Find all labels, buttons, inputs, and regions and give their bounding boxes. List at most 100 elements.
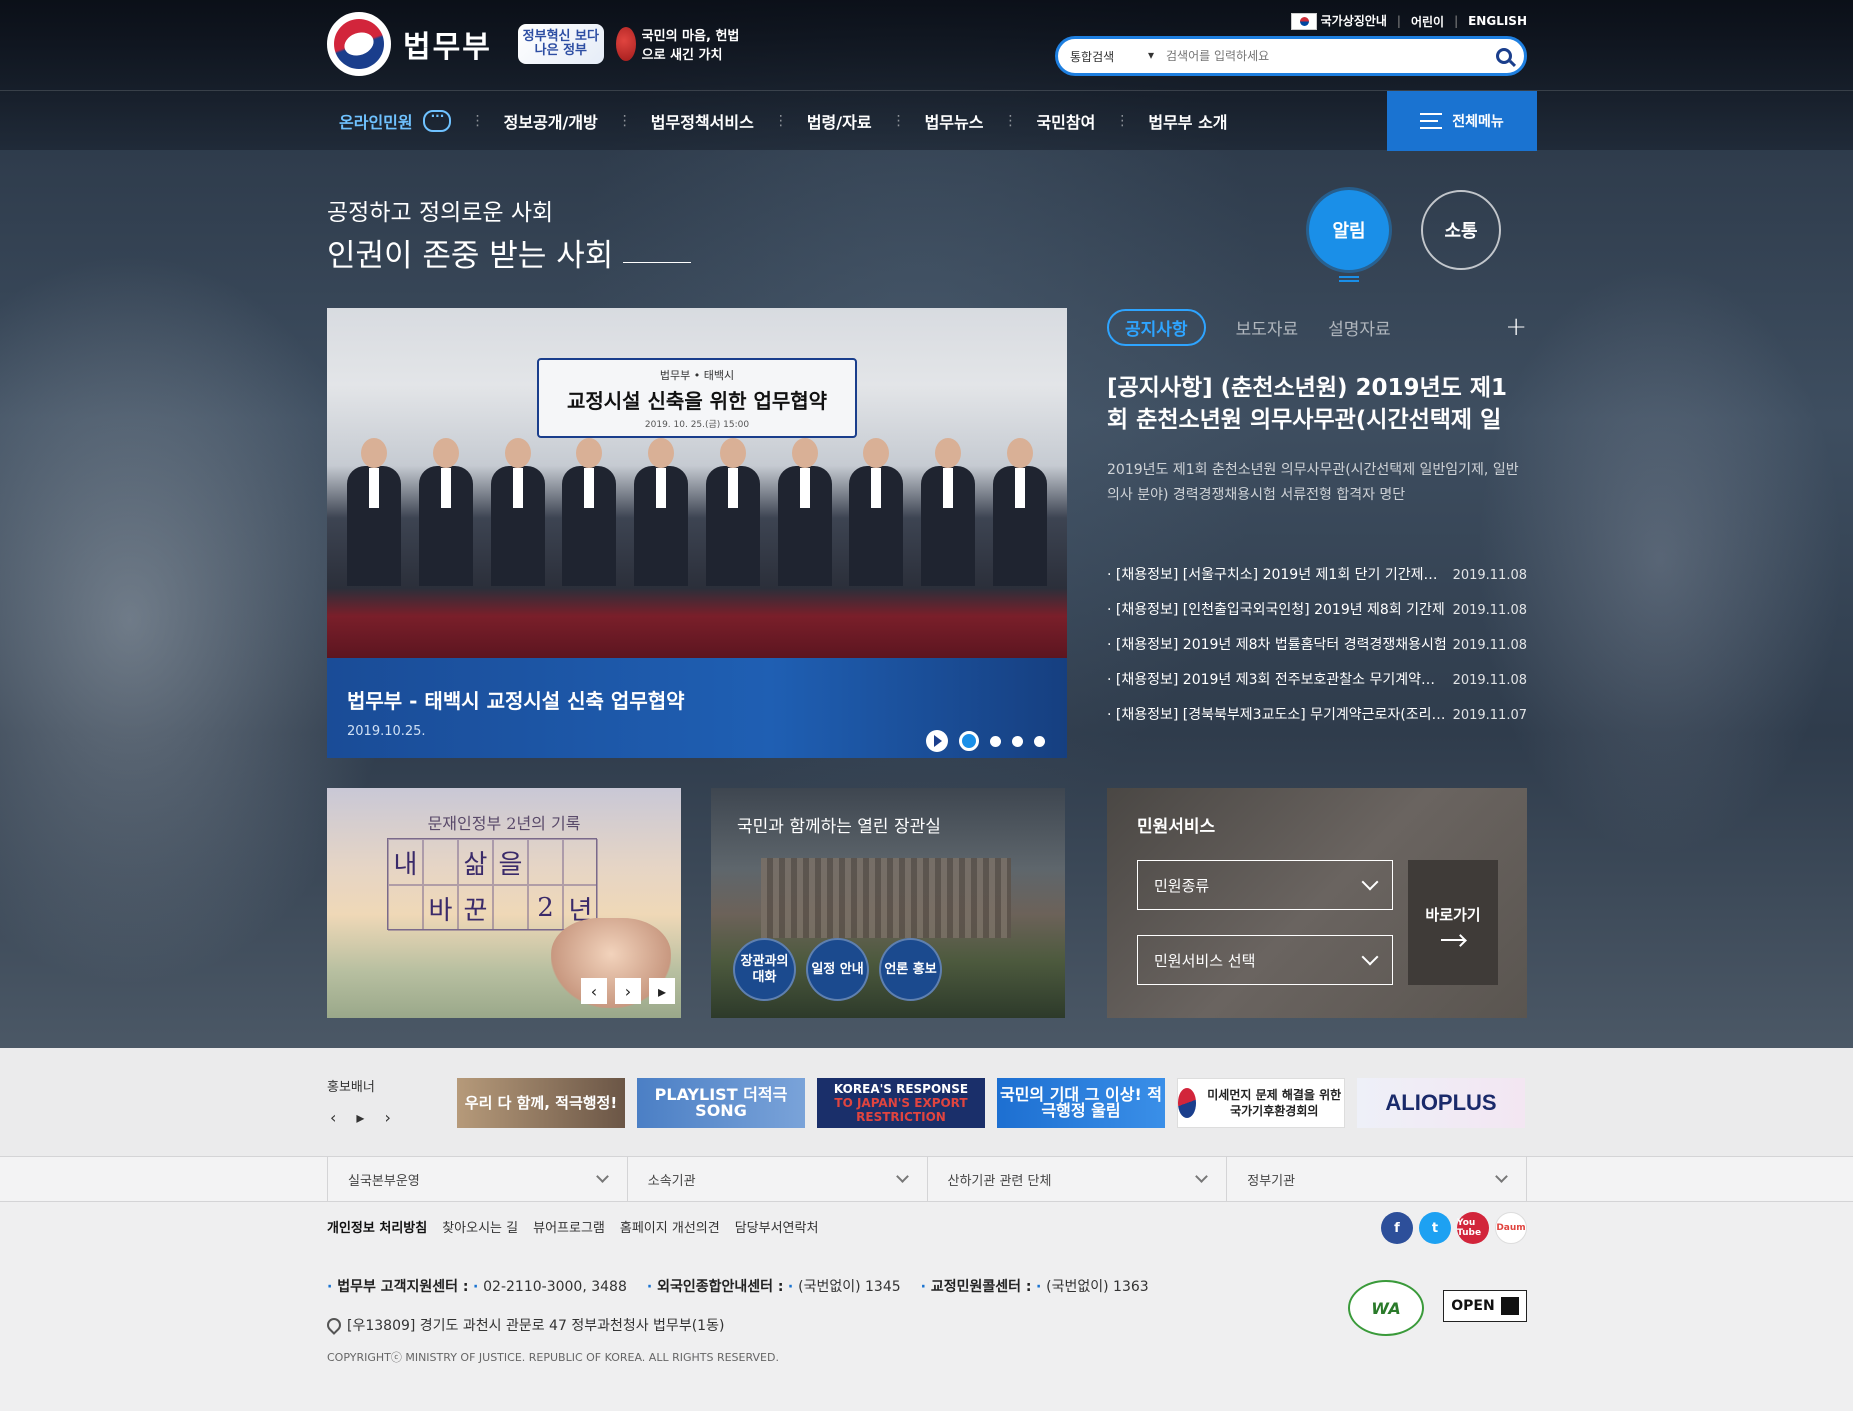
play-icon[interactable]: ▸ — [649, 978, 675, 1004]
search-icon[interactable] — [1496, 48, 1512, 64]
list-item[interactable]: [채용정보] [인천출입국외국인청] 2019년 제8회 기간제2019.11.… — [1107, 593, 1527, 628]
petition-type-select[interactable]: 민원종류 — [1137, 860, 1393, 910]
promo-banner[interactable]: PLAYLIST 더적극SONG — [637, 1078, 805, 1128]
twitter-icon[interactable]: t — [1419, 1212, 1451, 1244]
national-symbol-link[interactable]: 국가상징안내 — [1290, 12, 1387, 30]
banner-caption: 문재인정부 2년의 기록 — [427, 814, 581, 833]
person — [921, 438, 976, 588]
feedback-link[interactable]: 홈페이지 개선의견 — [620, 1217, 720, 1236]
slogan-line1: 공정하고 정의로운 사회 — [327, 200, 554, 226]
list-item[interactable]: [채용정보] [서울구치소] 2019년 제1회 단기 기간제근로자2019.1… — [1107, 558, 1527, 593]
license-icon — [1500, 1297, 1519, 1315]
gov-innovation-badge[interactable]: 정부혁신 보다나은 정부 — [517, 24, 604, 64]
slide-caption: 법무부 - 태백시 교정시설 신축 업무협약 2019.10.25. — [327, 658, 1067, 758]
next-arrow-icon[interactable]: › — [384, 1108, 390, 1127]
korea-flag-icon — [1290, 13, 1317, 30]
gov-record-banner[interactable]: 문재인정부 2년의 기록 내삶을 바꾼2년 ‹ › ▸ — [327, 788, 681, 1018]
list-item[interactable]: [채용정보] [경북북부제3교도소] 무기계약근로자(조리원)2019.11.0… — [1107, 698, 1527, 733]
nav-participation[interactable]: 국민참여 — [1016, 91, 1115, 151]
schedule-button[interactable]: 일정 안내 — [806, 938, 869, 1001]
promo-banner[interactable]: 미세먼지 문제 해결을 위한 국가기후환경회의 — [1177, 1078, 1345, 1128]
civil-service-box: 민원서비스 민원종류 민원서비스 선택 바로가기 — [1107, 788, 1527, 1018]
nav-news[interactable]: 법무뉴스 — [905, 91, 1004, 151]
slide-dot[interactable] — [1012, 735, 1023, 747]
person — [777, 438, 832, 588]
nav-about[interactable]: 법무부 소개 — [1128, 91, 1247, 151]
go-button[interactable]: 바로가기 — [1408, 860, 1498, 985]
site-select[interactable]: 정부기관 — [1227, 1157, 1527, 1201]
list-item[interactable]: [채용정보] 2019년 제3회 전주보호관찰소 무기계약근로자2019.11.… — [1107, 663, 1527, 698]
search-scope-select[interactable]: 통합검색 ▾ — [1070, 48, 1154, 65]
person — [418, 438, 473, 588]
chevron-down-icon — [595, 1170, 609, 1183]
tab-notices[interactable]: 공지사항 — [1107, 308, 1206, 346]
divider: | — [1396, 14, 1401, 28]
nav-policy-service[interactable]: 법무정책서비스 — [631, 91, 774, 151]
viewer-link[interactable]: 뷰어프로그램 — [533, 1217, 605, 1236]
list-item[interactable]: [채용정보] 2019년 제8차 법률홈닥터 경력경쟁채용시험2019.11.0… — [1107, 628, 1527, 663]
chevron-down-icon — [1361, 873, 1379, 891]
logo-text: 법무부 — [403, 30, 492, 65]
prev-arrow-icon[interactable]: ‹ — [581, 978, 607, 1004]
people-group — [347, 438, 1047, 588]
press-button[interactable]: 언론 홍보 — [879, 938, 942, 1001]
tab-explanations[interactable]: 설명자료 — [1328, 315, 1391, 340]
petition-service-select[interactable]: 민원서비스 선택 — [1137, 935, 1393, 985]
play-icon[interactable]: ▸ — [356, 1108, 364, 1127]
slide-dot-active[interactable] — [959, 731, 979, 751]
logo[interactable]: 법무부 정부혁신 보다나은 정부 국민의 마음, 헌법으로 새긴 가치 — [327, 12, 746, 76]
tab-notice-circle[interactable]: 알림 — [1309, 190, 1389, 270]
copyright: COPYRIGHTⓒ MINISTRY OF JUSTICE. REPUBLIC… — [327, 1351, 779, 1364]
nav-divider: ⋮ — [1003, 113, 1017, 129]
minister-office-box: 국민과 함께하는 열린 장관실 장관과의 대화 일정 안내 언론 홍보 — [711, 788, 1065, 1018]
constitution-badge[interactable]: 국민의 마음, 헌법으로 새긴 가치 — [615, 24, 746, 64]
slogan-line2: 인권이 존중 받는 사회 — [327, 230, 692, 275]
slide-title[interactable]: 법무부 - 태백시 교정시설 신축 업무협약 — [347, 685, 685, 714]
directions-link[interactable]: 찾아오시는 길 — [442, 1217, 518, 1236]
tab-communication-circle[interactable]: 소통 — [1421, 190, 1501, 270]
news-summary: 2019년도 제1회 춘천소년원 의무사무관(시간선택제 일반임기제, 일반의사… — [1107, 462, 1519, 503]
promo-controls: ‹ ▸ › — [330, 1108, 391, 1127]
promo-banner[interactable]: 우리 다 함께, 적극행정! — [457, 1078, 625, 1128]
person — [347, 438, 401, 588]
privacy-policy-link[interactable]: 개인정보 처리방침 — [327, 1217, 427, 1236]
more-plus-icon[interactable]: + — [1505, 312, 1527, 342]
site-select[interactable]: 실국본부운영 — [328, 1157, 628, 1201]
news-panel: 공지사항 보도자료 설명자료 + [공지사항] (춘천소년원) 2019년도 제… — [1107, 308, 1527, 728]
open-license-mark[interactable]: OPEN — [1443, 1290, 1527, 1322]
slide-date: 2019.10.25. — [347, 724, 426, 739]
daum-icon[interactable]: Daum — [1495, 1212, 1527, 1244]
youtube-icon[interactable]: You Tube — [1457, 1212, 1489, 1244]
play-icon[interactable] — [926, 730, 948, 752]
contacts-link[interactable]: 담당부서연락처 — [735, 1217, 819, 1236]
web-accessibility-mark[interactable]: WA — [1348, 1280, 1424, 1336]
news-headline[interactable]: [공지사항] (춘천소년원) 2019년도 제1회 춘천소년원 의무사무관(시간… — [1107, 372, 1527, 436]
nav-info-disclosure[interactable]: 정보공개/개방 — [484, 91, 618, 151]
talk-with-minister-button[interactable]: 장관과의 대화 — [733, 938, 796, 1001]
nav-online-petition[interactable]: 온라인민원 — [327, 91, 471, 151]
search-input[interactable] — [1166, 49, 1496, 63]
menu-icon — [1420, 113, 1443, 129]
location-pin-icon — [324, 1315, 344, 1335]
next-arrow-icon[interactable]: › — [615, 978, 641, 1004]
slide-dot[interactable] — [990, 735, 1001, 747]
promo-banner[interactable]: ALIOPLUS — [1357, 1078, 1525, 1128]
facebook-icon[interactable]: f — [1381, 1212, 1413, 1244]
site-select[interactable]: 산하기관 관련 단체 — [928, 1157, 1228, 1201]
promo-banner[interactable]: KOREA'S RESPONSE TO JAPAN'S EXPORT RESTRI… — [817, 1078, 985, 1128]
footer: 개인정보 처리방침 찾아오시는 길 뷰어프로그램 홈페이지 개선의견 담당부서연… — [0, 1202, 1853, 1411]
nav-divider: ⋮ — [617, 113, 632, 129]
prev-arrow-icon[interactable]: ‹ — [330, 1108, 336, 1127]
main-visual-slider[interactable]: 법무부 • 태백시 교정시설 신축을 위한 업무협약 2019. 10. 25.… — [327, 308, 1067, 758]
nav-laws[interactable]: 법령/자료 — [787, 91, 892, 151]
tab-press-releases[interactable]: 보도자료 — [1236, 315, 1299, 340]
active-tab-indicator — [1339, 276, 1359, 282]
site-select[interactable]: 소속기관 — [628, 1157, 928, 1201]
all-menu-button[interactable]: 전체메뉴 — [1387, 91, 1537, 151]
english-link[interactable]: ENGLISH — [1468, 14, 1527, 28]
kids-link[interactable]: 어린이 — [1411, 13, 1444, 30]
slide-dot[interactable] — [1034, 735, 1045, 747]
promo-banner[interactable]: 국민의 기대 그 이상! 적극행정 울림 — [997, 1078, 1165, 1128]
utility-links: 국가상징안내 | 어린이 | ENGLISH — [1290, 12, 1527, 30]
person — [634, 438, 689, 588]
